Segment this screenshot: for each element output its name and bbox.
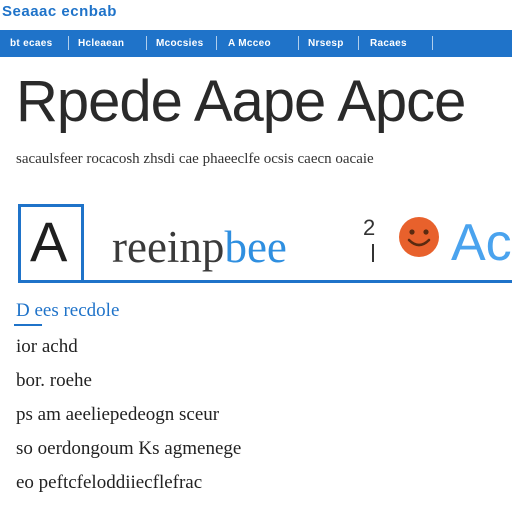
nav-divider [216,36,217,50]
menu-item-1[interactable]: D ees recdole [16,300,119,324]
menu-item-active-indicator [14,324,42,326]
banner-divider [372,244,374,262]
menu-item-2[interactable]: ior achd [16,336,78,360]
smiley-face-icon [399,217,439,257]
menu-item-3[interactable]: bor. roehe [16,370,92,394]
banner-word: reeinpbee [112,222,287,272]
banner-word-accent: bee [224,222,287,272]
page-subtitle: sacaulsfeer rocacosh zhsdi cae phaeeclfe… [16,151,374,167]
menu-item-6[interactable]: eo peftcfeloddiiecflefrac [16,472,202,496]
banner-underline [18,280,512,283]
nav-item-5[interactable]: Nrsesp [306,38,346,50]
banner-superscript: 2 [363,215,376,240]
banner-letter: A [30,210,68,273]
nav-item-4[interactable]: A Mcceo [226,38,273,50]
main-nav-bar: bt ecaes Hcleaean Mcocsies A Mcceo Nrses… [0,30,512,57]
top-header: Seaaac ecnbab [0,0,512,26]
menu-item-4[interactable]: ps am aeeliepedeogn sceur [16,404,219,428]
nav-item-3[interactable]: Mcocsies [154,38,205,50]
menu-item-5[interactable]: so oerdongoum Ks agmenege [16,438,241,462]
nav-divider [68,36,69,50]
hero-banner[interactable]: A reeinpbee 2 Ac [18,202,512,286]
banner-tail-text: Ac [451,214,512,272]
nav-divider [432,36,433,50]
nav-item-6[interactable]: Racaes [368,38,409,50]
banner-word-dark: reeinp [112,222,225,272]
page-title: Rpede Aape Apce [16,69,466,134]
site-logo[interactable]: Seaaac ecnbab [2,3,117,20]
nav-divider [298,36,299,50]
nav-divider [146,36,147,50]
nav-item-2[interactable]: Hcleaean [76,38,126,50]
nav-divider [358,36,359,50]
nav-item-1[interactable]: bt ecaes [8,38,54,50]
